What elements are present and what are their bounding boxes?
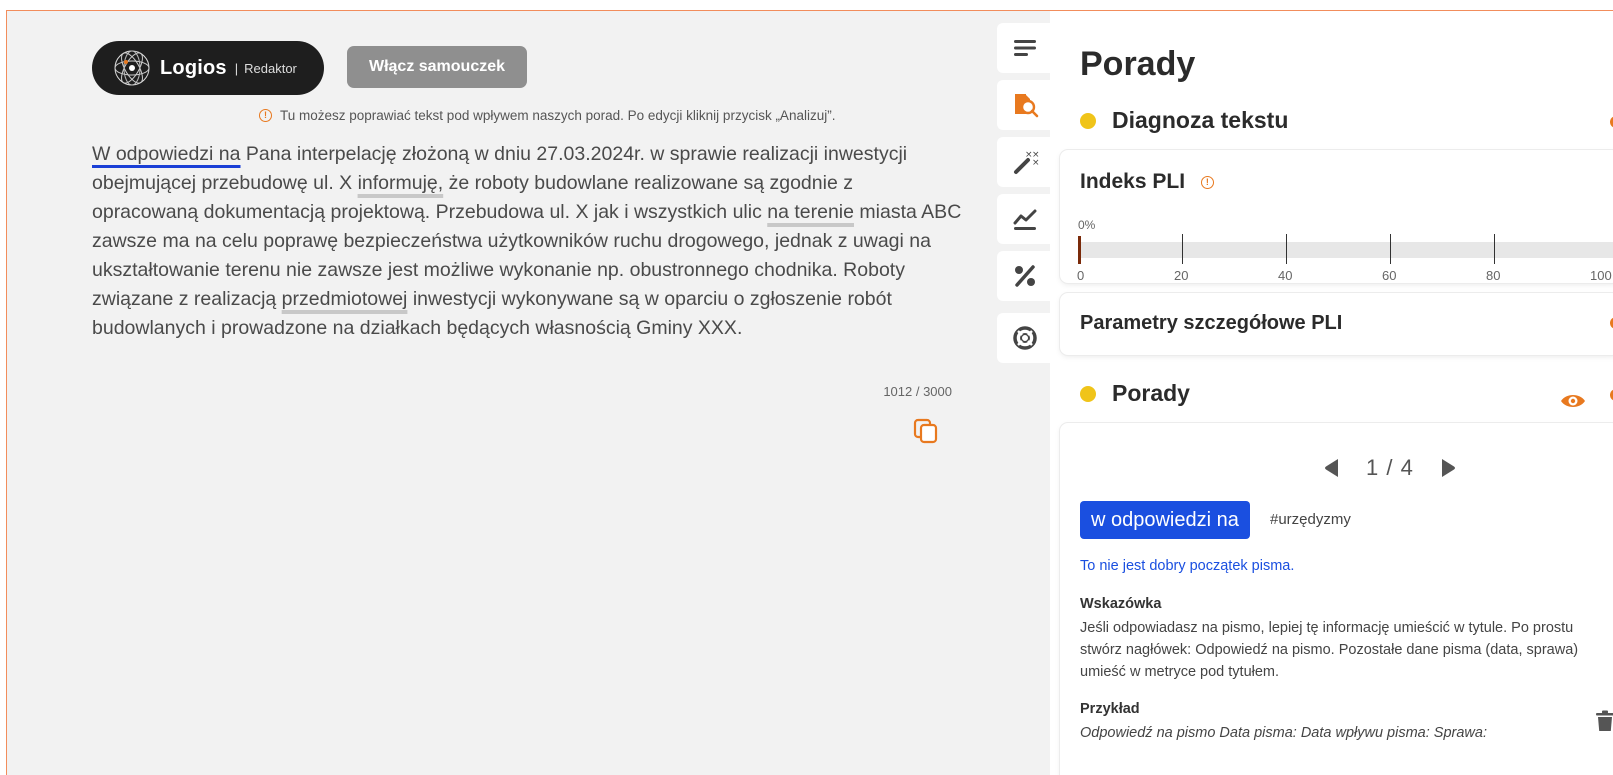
chart-line-icon (1013, 209, 1037, 230)
pli-tick-label: 20 (1174, 268, 1189, 283)
lifebuoy-icon (1013, 326, 1037, 350)
category-tag: #urzędyzmy (1270, 511, 1351, 528)
flagged-phrase-active[interactable]: W odpowiedzi na (92, 143, 241, 165)
flagged-phrase[interactable]: na terenie (767, 201, 854, 223)
brand-separator: | (234, 60, 239, 76)
pli-card: Indeks PLI ! 0% 0 20 40 60 80 100 (1060, 150, 1613, 283)
tool-search-document[interactable] (997, 80, 1053, 130)
section-diagnosis[interactable]: Diagnoza tekstu (1080, 107, 1288, 134)
section-advice[interactable]: Porady (1080, 380, 1190, 407)
svg-text:×: × (1032, 158, 1039, 168)
pli-tick-label: 40 (1278, 268, 1293, 283)
advice-summary: To nie jest dobry początek pisma. (1080, 558, 1295, 574)
pli-tick-mark (1494, 234, 1495, 264)
pli-title: Indeks PLI ! (1080, 170, 1214, 194)
flagged-phrase-badge[interactable]: w odpowiedzi na (1080, 501, 1250, 539)
panel-title: Porady (1080, 45, 1196, 83)
status-dot-icon (1080, 112, 1096, 129)
percent-icon (1015, 265, 1035, 287)
tip-heading: Wskazówka (1080, 596, 1162, 612)
globe-logo-icon (114, 50, 150, 86)
pli-tick-label: 0 (1077, 268, 1085, 283)
copy-icon[interactable] (913, 418, 939, 444)
tool-help[interactable] (997, 313, 1053, 363)
section-diagnosis-label: Diagnoza tekstu (1112, 107, 1289, 133)
params-card[interactable]: Parametry szczegółowe PLI (1060, 293, 1613, 355)
magic-wand-icon: × × × (1014, 150, 1039, 174)
editor-hint: ! Tu możesz poprawiać tekst pod wpływem … (259, 108, 835, 123)
trash-icon[interactable] (1595, 710, 1613, 732)
pli-tick-mark (1182, 234, 1183, 264)
hint-text: Tu możesz poprawiać tekst pod wpływem na… (280, 108, 836, 123)
pli-info-icon[interactable]: ! (1200, 175, 1214, 189)
tool-chart[interactable] (997, 194, 1053, 244)
prev-arrow-icon[interactable] (1320, 456, 1344, 480)
brand-name: Logios (160, 56, 227, 79)
text-editor[interactable]: W odpowiedzi na Pana interpelację złożon… (92, 140, 962, 343)
pli-title-text: Indeks PLI (1080, 170, 1186, 193)
pli-value-marker (1078, 236, 1081, 264)
brand-logo: Logios | Redaktor (92, 41, 324, 95)
next-arrow-icon[interactable] (1436, 456, 1460, 480)
brand-subtitle: Redaktor (244, 60, 297, 76)
example-heading: Przykład (1080, 701, 1140, 717)
tutorial-toggle-button[interactable]: Włącz samouczek (347, 46, 527, 88)
pli-tick-label: 100 (1590, 268, 1612, 283)
search-document-icon (1015, 94, 1039, 118)
pli-scale-bar (1078, 242, 1613, 258)
pli-tick-label: 60 (1382, 268, 1397, 283)
tool-magic-wand[interactable]: × × × (997, 137, 1053, 187)
text-align-icon (1014, 40, 1036, 56)
flagged-phrase[interactable]: informuję, (358, 172, 444, 194)
tool-text-align[interactable] (997, 23, 1053, 73)
example-body: Odpowiedź na pismo Data pisma: Data wpły… (1080, 725, 1487, 741)
eye-icon[interactable] (1560, 392, 1586, 410)
pli-tick-mark (1286, 234, 1287, 264)
tool-sidebar: × × × (997, 23, 1053, 373)
tool-percent[interactable] (997, 251, 1053, 301)
params-title: Parametry szczegółowe PLI (1080, 312, 1343, 334)
advice-pager: 1 / 4 (1320, 455, 1460, 481)
pli-tick-mark (1390, 234, 1391, 264)
status-dot-icon (1080, 385, 1096, 402)
flagged-phrase[interactable]: przedmiotowej (282, 288, 408, 310)
pager-position: 1 / 4 (1366, 455, 1414, 480)
info-icon: ! (259, 109, 272, 122)
character-counter: 1012 / 3000 (883, 384, 952, 399)
pli-value-label: 0% (1078, 218, 1096, 232)
pli-tick-label: 80 (1486, 268, 1501, 283)
tip-body: Jeśli odpowiadasz na pismo, lepiej tę in… (1080, 620, 1579, 680)
section-advice-label: Porady (1112, 380, 1190, 406)
